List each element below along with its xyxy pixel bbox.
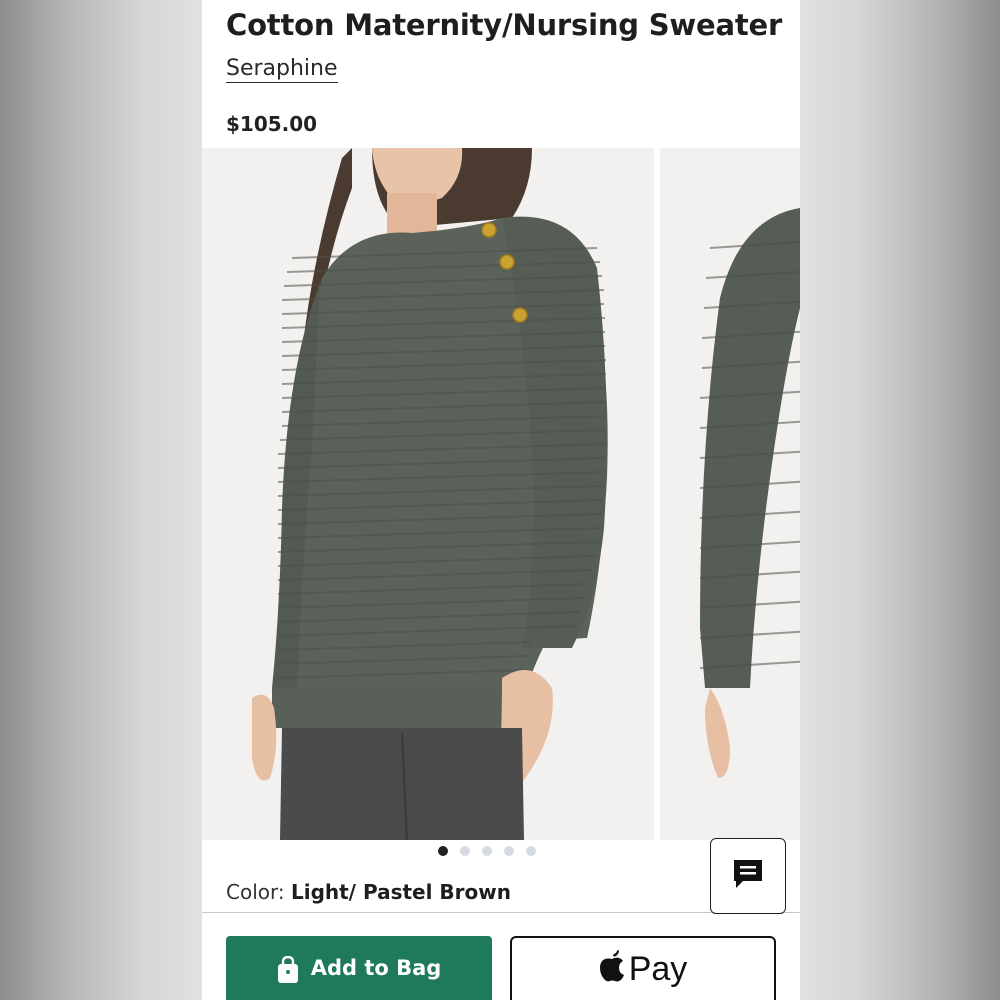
add-to-bag-button[interactable]: Add to Bag <box>226 936 492 1000</box>
color-label: Color: <box>226 880 291 904</box>
color-selector[interactable]: Color: Light/ Pastel Brown <box>226 880 511 904</box>
product-page: Cotton Maternity/Nursing Sweater Seraphi… <box>202 0 800 1000</box>
apple-pay-label: Pay <box>628 950 688 988</box>
chat-bubble-icon <box>731 857 765 895</box>
color-value: Light/ Pastel Brown <box>290 880 511 904</box>
carousel-dot[interactable] <box>482 846 492 856</box>
carousel-dot[interactable] <box>438 846 448 856</box>
carousel-pagination[interactable] <box>438 846 536 856</box>
carousel-dot[interactable] <box>526 846 536 856</box>
product-image-next[interactable] <box>660 148 800 840</box>
carousel-dot[interactable] <box>504 846 514 856</box>
add-to-bag-label: Add to Bag <box>310 956 442 980</box>
left-background-blur <box>0 0 202 1000</box>
shopping-bag-icon <box>277 955 299 989</box>
apple-logo-icon <box>599 950 625 991</box>
chat-button[interactable] <box>710 838 786 914</box>
product-image-main[interactable] <box>202 148 654 840</box>
brand-link[interactable]: Seraphine <box>226 56 338 83</box>
divider <box>202 912 800 913</box>
right-background-blur <box>798 0 1000 1000</box>
image-carousel[interactable] <box>202 148 800 840</box>
product-price: $105.00 <box>226 112 318 136</box>
product-title: Cotton Maternity/Nursing Sweater <box>226 8 783 42</box>
apple-pay-button[interactable]: Pay <box>510 936 776 1000</box>
carousel-dot[interactable] <box>460 846 470 856</box>
